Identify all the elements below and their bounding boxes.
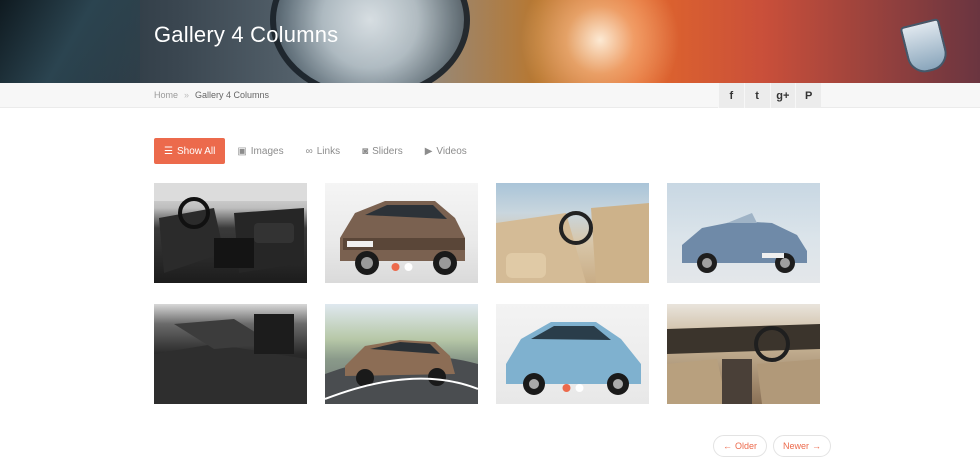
breadcrumb: Home » Gallery 4 Columns (154, 90, 269, 100)
slider-dot[interactable] (562, 384, 570, 392)
list-icon: ☰ (164, 145, 173, 157)
twitter-icon[interactable]: t (743, 83, 770, 108)
page-banner: Gallery 4 Columns (0, 0, 980, 83)
convertible-image (682, 213, 807, 273)
link-icon: ∞ (305, 145, 313, 157)
slider-dots (562, 384, 583, 392)
arrow-right-icon: → (812, 441, 822, 451)
sedan-image (325, 340, 478, 404)
facebook-icon[interactable]: f (718, 83, 744, 108)
filter-sliders-button[interactable]: ◙ Sliders (352, 138, 413, 164)
gallery-item[interactable] (325, 304, 478, 404)
gallery-item[interactable] (325, 183, 478, 283)
banner-emblem-icon (899, 17, 951, 77)
breadcrumb-home-link[interactable]: Home (154, 90, 178, 100)
filter-links-button[interactable]: ∞ Links (296, 138, 351, 164)
google-plus-icon[interactable]: g+ (769, 83, 796, 108)
filter-label: Show All (176, 145, 216, 157)
slider-dot[interactable] (391, 263, 399, 271)
breadcrumb-current: Gallery 4 Columns (195, 90, 270, 100)
filter-videos-button[interactable]: ▶ Videos (415, 138, 477, 164)
car-interior-image (667, 324, 820, 404)
older-button[interactable]: ← Older (713, 435, 768, 457)
newer-label: Newer (783, 441, 810, 451)
slider-dots (391, 263, 412, 271)
pinterest-icon[interactable]: P (795, 83, 821, 108)
gallery-item[interactable] (667, 304, 820, 404)
breadcrumb-separator: » (184, 90, 190, 100)
gallery-item[interactable] (496, 304, 649, 404)
slider-dot[interactable] (404, 263, 412, 271)
cargo-area-image (154, 314, 307, 404)
play-icon: ▶ (424, 145, 433, 157)
car-interior-image (154, 183, 307, 273)
gallery-grid (154, 183, 821, 404)
gallery-item[interactable] (154, 304, 307, 404)
camera-icon: ◙ (362, 145, 369, 157)
car-interior-image (496, 203, 649, 283)
filter-label: Links (316, 145, 341, 157)
banner-glare (520, 0, 680, 83)
banner-image-left (0, 0, 140, 83)
older-label: Older (735, 441, 758, 451)
slider-dot[interactable] (575, 384, 583, 392)
social-buttons: f t g+ P (718, 83, 821, 108)
breadcrumb-bar: Home » Gallery 4 Columns f t g+ P (0, 83, 980, 108)
filter-label: Sliders (372, 145, 403, 157)
gallery-item[interactable] (667, 183, 820, 283)
page-title: Gallery 4 Columns (154, 22, 339, 47)
newer-button[interactable]: Newer → (773, 435, 832, 457)
gallery-filters: ☰ Show All ▣ Images ∞ Links ◙ Sliders ▶ … (154, 138, 479, 164)
arrow-left-icon: ← (723, 441, 732, 451)
filter-label: Images (250, 145, 284, 157)
image-icon: ▣ (237, 145, 247, 157)
filter-show-all-button[interactable]: ☰ Show All (154, 138, 226, 164)
filter-images-button[interactable]: ▣ Images (227, 138, 293, 164)
filter-label: Videos (436, 145, 467, 157)
gallery-item[interactable] (154, 183, 307, 283)
gallery-item[interactable] (496, 183, 649, 283)
pagination: ← Older Newer → (713, 435, 832, 457)
